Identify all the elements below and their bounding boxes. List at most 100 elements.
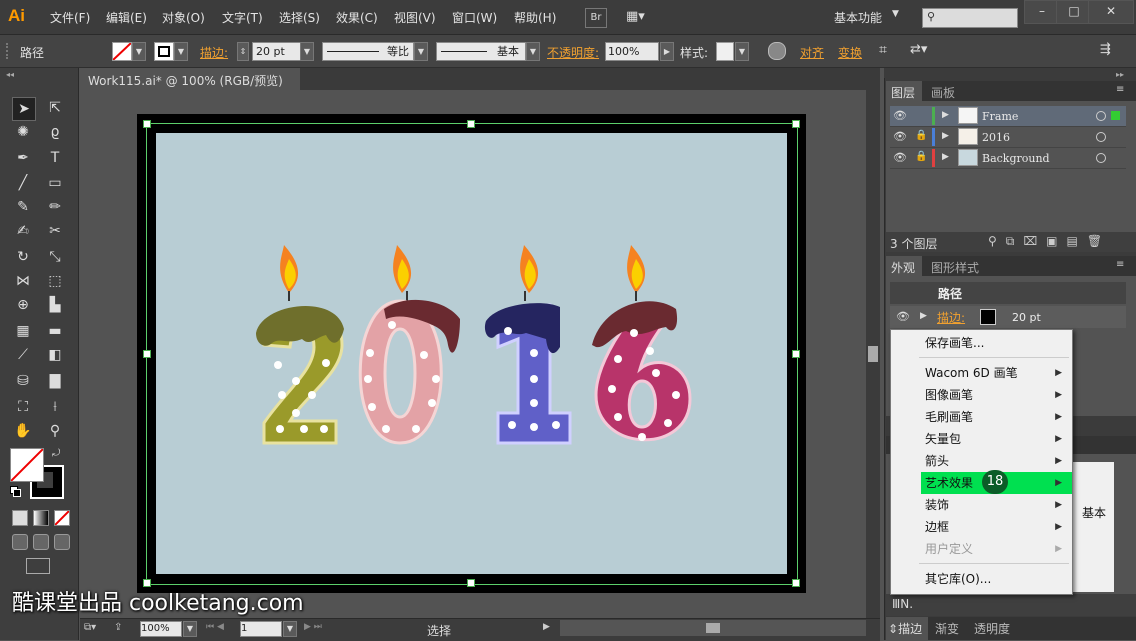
minimize-button[interactable]: –	[1024, 0, 1060, 24]
line-tool-icon[interactable]: ╱	[12, 172, 34, 194]
expand-layer-icon[interactable]: ▶	[942, 131, 949, 141]
stroke-swatch[interactable]	[154, 42, 174, 61]
expand-stroke-icon[interactable]: ▶	[920, 311, 927, 321]
none-mode-icon[interactable]	[54, 510, 70, 526]
eye-icon[interactable]: 👁	[893, 130, 907, 143]
stroke-color-swatch[interactable]	[980, 309, 996, 325]
stroke-weight-input[interactable]: 20 pt	[252, 42, 303, 61]
maximize-button[interactable]: □	[1056, 0, 1092, 24]
page-input[interactable]: 1	[240, 621, 282, 637]
align-link[interactable]: 对齐	[800, 44, 824, 61]
pencil-tool-icon[interactable]: ✏	[44, 196, 66, 218]
paintbrush-tool-icon[interactable]: ✎	[12, 196, 34, 218]
column-graph-tool-icon[interactable]: ▇	[44, 370, 66, 392]
tab-transparency[interactable]: 透明度	[974, 620, 1010, 637]
zoom-dropdown[interactable]: ▼	[183, 621, 197, 637]
default-colors-icon[interactable]	[10, 486, 21, 497]
style-dropdown[interactable]: ▼	[735, 42, 749, 61]
menu-file[interactable]: 文件(F)	[50, 9, 90, 26]
tab-graphic-styles[interactable]: 图形样式	[931, 259, 979, 276]
free-transform-tool-icon[interactable]: ⬚	[44, 270, 66, 292]
share-icon[interactable]: ⇪	[114, 622, 122, 633]
opacity-dropdown[interactable]: ▶	[660, 42, 674, 61]
isolate-icon[interactable]: ⌗	[879, 42, 887, 58]
page-dropdown[interactable]: ▼	[283, 621, 297, 637]
menu-item-vector-packs[interactable]: 矢量包 ▶	[891, 428, 1072, 450]
workspace-switcher[interactable]: 基本功能	[834, 9, 882, 26]
resize-handle[interactable]	[143, 120, 151, 128]
menu-effect[interactable]: 效果(C)	[336, 9, 378, 26]
arrange-documents-icon[interactable]: ▦▾	[626, 9, 652, 25]
eye-icon[interactable]: 👁	[893, 151, 907, 164]
collapse-panels-icon[interactable]: ▸▸	[1116, 70, 1124, 79]
tab-artboards[interactable]: 画板	[931, 84, 955, 101]
artboard-tool-icon[interactable]: ⛶	[12, 396, 34, 418]
target-icon[interactable]	[1096, 132, 1106, 142]
stroke-label[interactable]: 描边:	[200, 44, 228, 61]
draw-behind-icon[interactable]	[33, 534, 49, 550]
resize-handle[interactable]	[467, 120, 475, 128]
recolor-artwork-icon[interactable]	[768, 42, 786, 60]
transform-link[interactable]: 变换	[838, 44, 862, 61]
resize-handle[interactable]	[792, 579, 800, 587]
menu-object[interactable]: 对象(O)	[162, 9, 205, 26]
eye-icon[interactable]: 👁	[896, 310, 910, 323]
menu-item-image-brush[interactable]: 图像画笔 ▶	[891, 384, 1072, 406]
menu-item-other-library[interactable]: 其它库(O)...	[891, 568, 1072, 590]
layer-name[interactable]: Background	[982, 152, 1050, 165]
status-menu-icon[interactable]: ▶	[543, 622, 550, 632]
graph-tool-icon[interactable]: ▙	[44, 294, 66, 316]
next-page-icon[interactable]: ▶ ⏭	[304, 622, 322, 632]
menu-item-save-brushes[interactable]: 保存画笔...	[891, 332, 1072, 354]
horizontal-scrollbar[interactable]	[560, 620, 866, 636]
layer-actions-icons[interactable]: ⚲⧉⌧▣▤🗑	[988, 234, 1111, 249]
vertical-scrollbar[interactable]	[866, 90, 880, 618]
rotate-tool-icon[interactable]: ↻	[12, 246, 34, 268]
mesh-tool-icon[interactable]: ▦	[12, 320, 34, 342]
menu-view[interactable]: 视图(V)	[394, 9, 436, 26]
search-input[interactable]: ⚲	[922, 8, 1018, 28]
grip-handle[interactable]	[6, 43, 12, 59]
eye-icon[interactable]: 👁	[893, 109, 907, 122]
menu-window[interactable]: 窗口(W)	[452, 9, 497, 26]
eyedropper-tool-icon[interactable]: ⟋	[12, 344, 34, 366]
swap-fill-stroke-icon[interactable]: ⤾	[52, 448, 60, 459]
target-icon[interactable]	[1096, 111, 1106, 121]
screen-mode-icon[interactable]	[26, 558, 50, 574]
brush-library-icon[interactable]: ⅢN.	[892, 597, 913, 611]
lock-icon[interactable]: 🔒	[915, 151, 927, 162]
fill-dropdown[interactable]: ▼	[132, 42, 146, 61]
selection-tool-icon[interactable]: ➤	[12, 97, 36, 121]
close-button[interactable]: ✕	[1088, 0, 1134, 24]
gradient-mode-icon[interactable]	[33, 510, 49, 526]
bridge-button[interactable]: Br	[585, 8, 607, 28]
rectangle-tool-icon[interactable]: ▭	[44, 172, 66, 194]
menu-item-decorative[interactable]: 装饰 ▶	[891, 494, 1072, 516]
distribute-icon[interactable]: ⇄▾	[910, 42, 927, 57]
zoom-input[interactable]: 100%	[140, 621, 182, 637]
opacity-input[interactable]: 100%	[605, 42, 659, 61]
panel-menu-icon[interactable]: ≡	[1116, 259, 1124, 270]
appearance-stroke-label[interactable]: 描边:	[937, 309, 965, 326]
gpu-icon[interactable]: ⧉▾	[84, 622, 96, 633]
first-page-icon[interactable]: ⏮ ◀	[206, 622, 224, 632]
chevron-down-icon[interactable]: ▼	[892, 9, 899, 19]
opacity-label[interactable]: 不透明度:	[547, 44, 599, 61]
resize-handle[interactable]	[143, 350, 151, 358]
variable-width-profile[interactable]: 等比	[322, 42, 414, 61]
expand-layer-icon[interactable]: ▶	[942, 152, 949, 162]
scale-tool-icon[interactable]: ⤡	[44, 246, 66, 268]
brush-list[interactable]	[1070, 462, 1114, 592]
menu-help[interactable]: 帮助(H)	[514, 9, 556, 26]
shape-builder-tool-icon[interactable]: ⊕	[12, 294, 34, 316]
stroke-weight-dropdown[interactable]: ▼	[300, 42, 314, 61]
blend-tool-icon[interactable]: ◧	[44, 344, 66, 366]
brush-definition[interactable]: 基本	[436, 42, 526, 61]
slice-tool-icon[interactable]: ⟊	[44, 396, 66, 418]
color-mode-icon[interactable]	[12, 510, 28, 526]
blob-brush-tool-icon[interactable]: ✍	[12, 220, 34, 242]
resize-handle[interactable]	[792, 350, 800, 358]
layer-name[interactable]: 2016	[982, 131, 1010, 144]
expand-layer-icon[interactable]: ▶	[942, 110, 949, 120]
fill-swatch[interactable]	[112, 42, 132, 61]
